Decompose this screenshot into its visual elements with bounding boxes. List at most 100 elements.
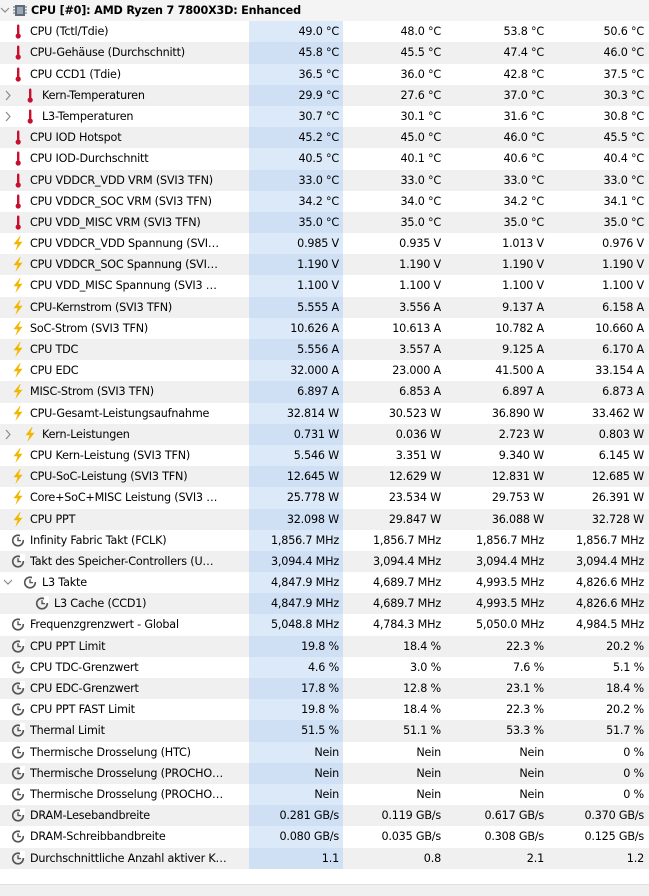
value-current: 4,847.9 MHz [249, 593, 343, 615]
sensor-row[interactable]: Frequenzgrenzwert - Global 5,048.8 MHz 4,7… [0, 614, 649, 636]
sensor-row[interactable]: Infinity Fabric Takt (FCLK) 1,856.7 MHz 1,… [0, 529, 649, 551]
sensor-row[interactable]: CPU VDDCR_VDD Spannung (SVI… 0.985 V 0.935… [0, 233, 649, 255]
value-average: 10.660 A [548, 318, 648, 339]
value-max-text: 41.500 A [495, 364, 544, 378]
value-average: 6.170 A [548, 339, 648, 360]
value-average: 37.5 °C [548, 64, 648, 85]
chevron-down-icon[interactable] [3, 572, 15, 593]
sensor-row[interactable]: DRAM-Lesebandbreite 0.281 GB/s 0.119 GB/s 0… [0, 805, 649, 827]
sensor-row[interactable]: CPU CCD1 (Tdie) 36.5 °C 36.0 °C 42.8 °C 37.5… [0, 63, 649, 85]
value-current-text: 25.778 W [286, 491, 339, 505]
thermometer-icon [23, 88, 37, 103]
value-max: 1.100 V [445, 275, 548, 296]
sensor-row[interactable]: CPU TDC-Grenzwert 4.6 % 3.0 % 7.6 % 5.1 % [0, 656, 649, 678]
chevron-right-icon[interactable] [3, 424, 15, 445]
sensor-row[interactable]: CPU PPT FAST Limit 19.8 % 18.4 % 22.3 % 20.2… [0, 699, 649, 721]
sensor-row[interactable]: CPU-SoC-Leistung (SVI3 TFN) 12.645 W 12.62… [0, 466, 649, 488]
value-current-text: 32.000 A [290, 364, 339, 378]
value-average-text: 6.873 A [602, 385, 644, 399]
sensor-row[interactable]: CPU (Tctl/Tdie) 49.0 °C 48.0 °C 53.8 °C 50.6… [0, 21, 649, 43]
value-max-text: 2.1 [526, 851, 544, 865]
value-min: 30.523 W [343, 403, 445, 424]
value-max: 22.3 % [445, 699, 548, 720]
value-average-text: 46.0 °C [603, 46, 645, 60]
thermometer-icon [11, 151, 25, 166]
chevron-down-icon[interactable] [0, 0, 12, 21]
sensor-row[interactable]: CPU EDC 32.000 A 23.000 A 41.500 A 33.154 A [0, 360, 649, 382]
value-min: 4,689.7 MHz [343, 572, 445, 593]
value-current: 12.645 W [249, 466, 343, 488]
lightning-icon [11, 511, 25, 527]
sensor-row[interactable]: CPU VDDCR_SOC VRM (SVI3 TFN) 34.2 °C 34.0 … [0, 190, 649, 212]
value-current-text: 33.0 °C [298, 173, 340, 187]
value-current: 1.100 V [249, 275, 343, 297]
value-current: 45.2 °C [249, 127, 343, 149]
value-min-text: 33.0 °C [400, 173, 442, 187]
sensor-row[interactable]: Kern-Leistungen 0.731 W 0.036 W 2.723 W 0.80… [0, 423, 649, 445]
sensor-row[interactable]: CPU-Kernstrom (SVI3 TFN) 5.555 A 3.556 A 9.… [0, 296, 649, 318]
sensor-row[interactable]: L3 Takte 4,847.9 MHz 4,689.7 MHz 4,993.5 MH… [0, 572, 649, 594]
clock-icon [11, 744, 25, 760]
sensor-row[interactable]: L3 Cache (CCD1) 4,847.9 MHz 4,689.7 MHz 4,9… [0, 593, 649, 615]
lightning-icon [11, 405, 25, 421]
sensor-row[interactable]: CPU VDDCR_SOC Spannung (SVI… 1.190 V 1.190… [0, 254, 649, 276]
section-header-cpu[interactable]: CPU [#0]: AMD Ryzen 7 7800X3D: Enhanced [0, 0, 649, 22]
sensor-row[interactable]: Durchschnittliche Anzahl aktiver K… 1.1 0.… [0, 847, 649, 869]
value-max: 35.0 °C [445, 212, 548, 233]
sensor-row[interactable]: CPU EDC-Grenzwert 17.8 % 12.8 % 23.1 % 18.4 … [0, 678, 649, 700]
value-min-text: 10.613 A [392, 321, 441, 335]
value-current-text: 1.190 V [297, 258, 339, 272]
sensor-row[interactable]: Thermische Drosselung (PROCHO… Nein Nein Ne… [0, 762, 649, 784]
value-min-text: 35.0 °C [400, 215, 442, 229]
sensor-row[interactable]: Takt des Speicher-Controllers (U… 3,094.4… [0, 550, 649, 573]
value-average: 45.5 °C [548, 127, 648, 148]
sensor-row[interactable]: Kern-Temperaturen 29.9 °C 27.6 °C 37.0 °C 30… [0, 84, 649, 106]
sensor-row[interactable]: MISC-Strom (SVI3 TFN) 6.897 A 6.853 A 6.897… [0, 381, 649, 403]
sensor-row[interactable]: CPU IOD Hotspot 45.2 °C 45.0 °C 46.0 °C 45.5… [0, 127, 649, 149]
sensor-row[interactable]: CPU VDD_MISC VRM (SVI3 TFN) 35.0 °C 35.0 °… [0, 211, 649, 234]
sensor-row[interactable]: CPU-Gehäuse (Durchschnitt) 45.8 °C 45.5 °C… [0, 42, 649, 64]
value-min-text: Nein [416, 766, 441, 780]
chevron-right-icon[interactable] [3, 85, 15, 106]
value-current-text: 0.731 W [293, 427, 339, 441]
value-average: 32.728 W [548, 509, 648, 530]
value-current: 35.0 °C [249, 211, 343, 234]
sensor-row[interactable]: Thermische Drosselung (PROCHO… Nein Nein Ne… [0, 783, 649, 806]
value-average-text: 18.4 % [606, 682, 644, 695]
sensor-row[interactable]: CPU VDDCR_VDD VRM (SVI3 TFN) 33.0 °C 33.0 … [0, 169, 649, 191]
value-max-text: 1,856.7 MHz [476, 533, 544, 547]
sensor-row[interactable]: SoC-Strom (SVI3 TFN) 10.626 A 10.613 A 10.7… [0, 317, 649, 339]
value-min: 1,856.7 MHz [343, 530, 445, 551]
value-current-text: 49.0 °C [298, 25, 340, 39]
horizontal-scrollbar[interactable] [0, 884, 649, 896]
sensor-row[interactable]: CPU IOD-Durchschnitt 40.5 °C 40.1 °C 40.6 °… [0, 148, 649, 170]
sensor-row[interactable]: Thermische Drosselung (HTC) Nein Nein Nein 0… [0, 741, 649, 763]
sensor-row[interactable]: CPU PPT 32.098 W 29.847 W 36.088 W 32.728 W [0, 508, 649, 530]
sensor-label: L3-Temperaturen [42, 109, 134, 123]
sensor-row[interactable]: CPU TDC 5.556 A 3.557 A 9.125 A 6.170 A [0, 339, 649, 361]
sensor-row[interactable]: Core+SoC+MISC Leistung (SVI3 … 25.778 W 23… [0, 487, 649, 509]
sensor-row[interactable]: CPU Kern-Leistung (SVI3 TFN) 5.546 W 3.351… [0, 444, 649, 467]
value-average: 6.873 A [548, 381, 648, 402]
sensor-row[interactable]: DRAM-Schreibbandbreite 0.080 GB/s 0.035 GB… [0, 826, 649, 848]
value-min: 34.0 °C [343, 191, 445, 212]
sensor-label: L3 Cache (CCD1) [54, 597, 147, 611]
chevron-right-icon[interactable] [3, 106, 15, 127]
sensor-row[interactable]: CPU-Gesamt-Leistungsaufnahme 32.814 W 30.5… [0, 402, 649, 424]
value-min: 30.1 °C [343, 106, 445, 127]
value-min-text: 30.1 °C [400, 109, 442, 123]
sensor-row[interactable]: Thermal Limit 51.5 % 51.1 % 53.3 % 51.7 % [0, 720, 649, 742]
thermometer-icon [11, 215, 25, 230]
value-max: 1.013 V [445, 233, 548, 254]
sensor-label: SoC-Strom (SVI3 TFN) [30, 321, 149, 335]
sensor-row[interactable]: L3-Temperaturen 30.7 °C 30.1 °C 31.6 °C 30.8… [0, 105, 649, 128]
value-average-text: 6.145 W [598, 448, 644, 462]
value-average-text: 0.370 GB/s [584, 809, 644, 823]
value-max: 1.190 V [445, 254, 548, 275]
sensor-row[interactable]: CPU PPT Limit 19.8 % 18.4 % 22.3 % 20.2 % [0, 635, 649, 657]
lightning-icon [23, 426, 37, 442]
value-average: 4,826.6 MHz [548, 572, 648, 593]
value-min: 29.847 W [343, 509, 445, 530]
sensor-row[interactable]: CPU VDD_MISC Spannung (SVI3 … 1.100 V 1.10… [0, 275, 649, 297]
thermometer-icon [11, 45, 25, 60]
